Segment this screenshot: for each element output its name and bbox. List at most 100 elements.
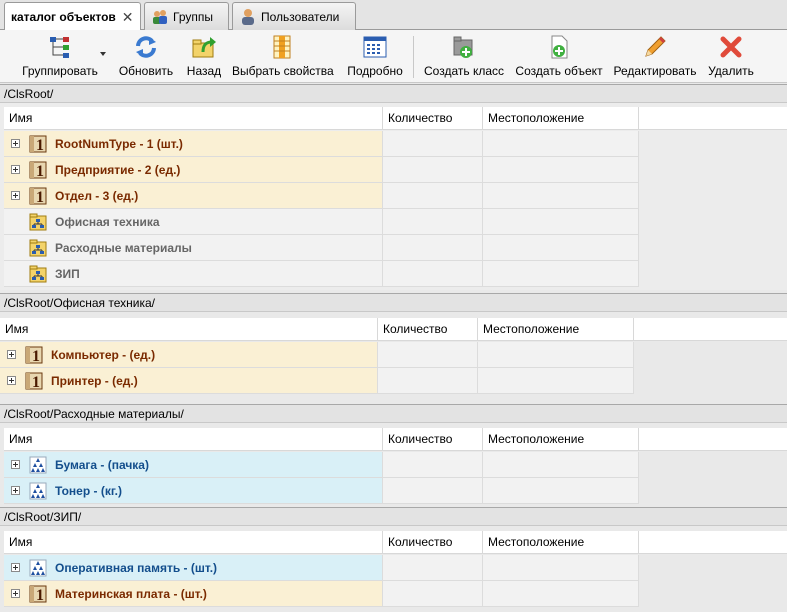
breadcrumb: /ClsRoot/Расходные материалы/: [0, 404, 787, 423]
tab-users[interactable]: Пользователи: [232, 2, 356, 30]
qty-cell: [383, 452, 483, 477]
row-label: Бумага - (пачка): [55, 457, 149, 472]
expand-icon[interactable]: [11, 486, 20, 495]
group-users-icon: [153, 9, 167, 24]
location-cell: [483, 261, 639, 286]
name-cell[interactable]: Материнская плата - (шт.): [4, 581, 383, 606]
expand-icon[interactable]: [11, 191, 20, 200]
name-cell[interactable]: RootNumType - 1 (шт.): [4, 131, 383, 156]
table-row[interactable]: ЗИП: [4, 261, 639, 287]
table-row[interactable]: Компьютер - (ед.): [0, 342, 634, 368]
column-header-location[interactable]: Местоположение: [483, 531, 639, 553]
name-cell[interactable]: Бумага - (пачка): [4, 452, 383, 477]
expand-icon[interactable]: [11, 165, 20, 174]
table-row[interactable]: Отдел - 3 (ед.): [4, 183, 639, 209]
name-cell[interactable]: Предприятие - 2 (ед.): [4, 157, 383, 182]
location-cell: [483, 478, 639, 503]
name-cell[interactable]: Компьютер - (ед.): [0, 342, 378, 367]
folder-up-icon: [192, 37, 216, 58]
tree-group-icon: [50, 37, 69, 58]
back-button[interactable]: Назад: [184, 32, 224, 80]
name-cell[interactable]: Тонер - (кг.): [4, 478, 383, 503]
tab-label: Группы: [173, 9, 213, 24]
expand-icon[interactable]: [7, 350, 16, 359]
qty-cell: [383, 131, 483, 156]
class-type-icon: [29, 585, 47, 603]
chevron-down-icon[interactable]: [100, 52, 106, 56]
toolbar: Группировать Обновить Назад Выбрать свой…: [0, 30, 787, 83]
table-row[interactable]: Предприятие - 2 (ед.): [4, 157, 639, 183]
row-label: Материнская плата - (шт.): [55, 586, 207, 601]
add-document-icon: [551, 35, 568, 59]
delete-button[interactable]: Удалить: [706, 32, 756, 80]
location-cell: [478, 368, 634, 393]
name-cell[interactable]: Оперативная память - (шт.): [4, 555, 383, 580]
column-header-location[interactable]: Местоположение: [483, 428, 639, 450]
name-cell[interactable]: Принтер - (ед.): [0, 368, 378, 393]
table-row[interactable]: Принтер - (ед.): [0, 368, 634, 394]
column-header-name[interactable]: Имя: [0, 318, 378, 340]
breadcrumb: /ClsRoot/: [0, 84, 787, 103]
table-row[interactable]: Бумага - (пачка): [4, 452, 639, 478]
column-header-qty[interactable]: Количество: [383, 107, 483, 129]
expand-icon[interactable]: [11, 460, 20, 469]
name-cell[interactable]: ЗИП: [4, 261, 383, 286]
group-button[interactable]: Группировать: [20, 32, 100, 80]
row-label: Компьютер - (ед.): [51, 347, 156, 362]
refresh-button[interactable]: Обновить: [117, 32, 175, 80]
column-header-name[interactable]: Имя: [4, 531, 383, 553]
table-row[interactable]: Оперативная память - (шт.): [4, 555, 639, 581]
edit-button[interactable]: Редактировать: [613, 32, 697, 80]
expand-icon[interactable]: [11, 563, 20, 572]
location-cell: [483, 131, 639, 156]
expand-icon[interactable]: [7, 376, 16, 385]
table-row[interactable]: Расходные материалы: [4, 235, 639, 261]
class-type-icon: [25, 372, 43, 390]
column-header-location[interactable]: Местоположение: [478, 318, 634, 340]
column-header-location[interactable]: Местоположение: [483, 107, 639, 129]
table-row[interactable]: Материнская плата - (шт.): [4, 581, 639, 607]
column-header-name[interactable]: Имя: [4, 428, 383, 450]
details-button[interactable]: Подробно: [345, 32, 405, 80]
column-header-qty[interactable]: Количество: [383, 428, 483, 450]
details-view-icon: [363, 36, 387, 58]
tab-groups[interactable]: Группы: [144, 2, 229, 30]
expand-icon[interactable]: [11, 589, 20, 598]
table-row[interactable]: RootNumType - 1 (шт.): [4, 131, 639, 157]
row-label: RootNumType - 1 (шт.): [55, 136, 183, 151]
column-header-name[interactable]: Имя: [4, 107, 383, 129]
qty-cell: [383, 235, 483, 260]
location-cell: [483, 209, 639, 234]
refresh-label: Обновить: [118, 64, 174, 78]
class-type-icon: [29, 161, 47, 179]
location-cell: [483, 581, 639, 606]
numeric-type-icon: [29, 559, 47, 577]
expand-icon[interactable]: [11, 139, 20, 148]
row-label: Расходные материалы: [55, 240, 192, 255]
tab-label: Пользователи: [261, 9, 340, 24]
create-class-button[interactable]: Создать класс: [424, 32, 504, 80]
location-cell: [478, 342, 634, 367]
tab-bar: каталог объектов ✕ Группы Пользователи: [0, 0, 787, 31]
row-label: Предприятие - 2 (ед.): [55, 162, 181, 177]
table-row[interactable]: Офисная техника: [4, 209, 639, 235]
column-header-qty[interactable]: Количество: [378, 318, 478, 340]
create-class-label: Создать класс: [424, 64, 504, 78]
details-label: Подробно: [347, 64, 403, 78]
close-icon[interactable]: ✕: [122, 10, 134, 24]
name-cell[interactable]: Отдел - 3 (ед.): [4, 183, 383, 208]
numeric-type-icon: [29, 482, 47, 500]
location-cell: [483, 183, 639, 208]
toolbar-separator: [413, 36, 414, 78]
tab-object-catalog[interactable]: каталог объектов ✕: [4, 2, 141, 31]
qty-cell: [383, 157, 483, 182]
location-cell: [483, 555, 639, 580]
select-properties-button[interactable]: Выбрать свойства: [232, 32, 334, 80]
name-cell[interactable]: Офисная техника: [4, 209, 383, 234]
create-object-button[interactable]: Создать объект: [515, 32, 603, 80]
table-row[interactable]: Тонер - (кг.): [4, 478, 639, 504]
name-cell[interactable]: Расходные материалы: [4, 235, 383, 260]
numeric-type-icon: [29, 456, 47, 474]
column-header-qty[interactable]: Количество: [383, 531, 483, 553]
add-folder-icon: [453, 36, 473, 58]
